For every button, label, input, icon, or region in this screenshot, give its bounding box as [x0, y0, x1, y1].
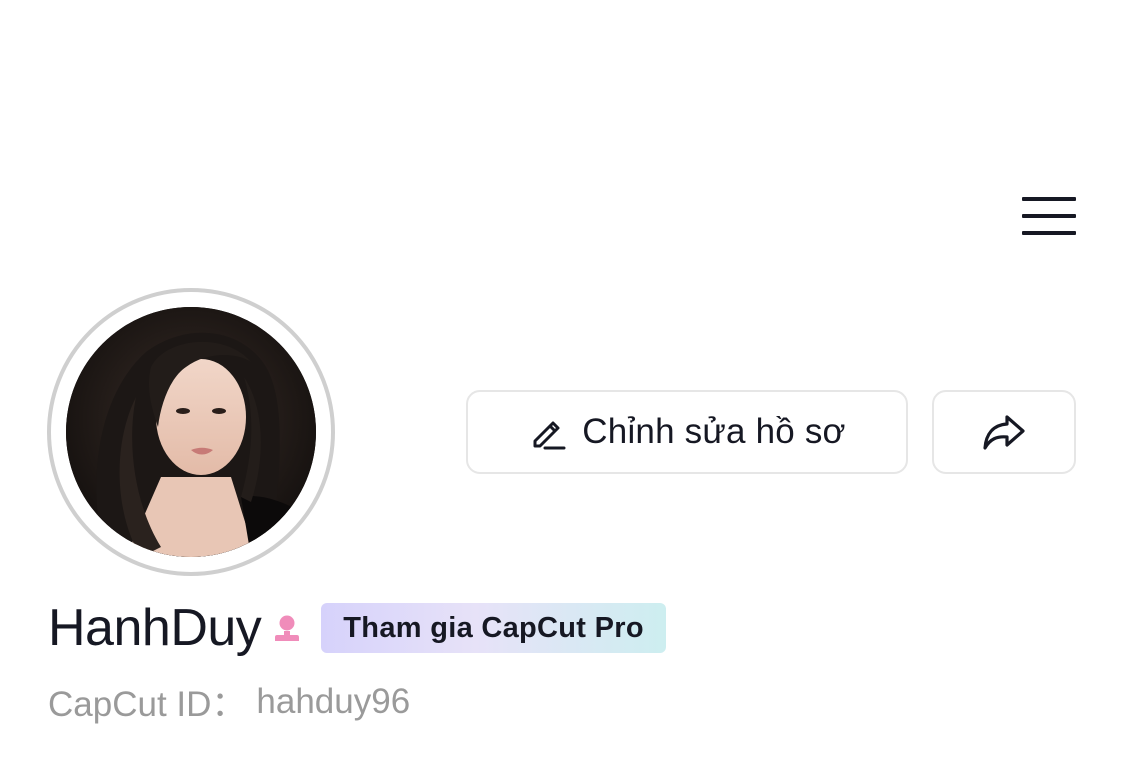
hamburger-menu-icon-bar — [1022, 214, 1076, 218]
capcut-id-label: CapCut ID： — [48, 685, 247, 724]
share-arrow-icon — [981, 412, 1027, 452]
edit-profile-label: Chỉnh sửa hồ sơ — [582, 412, 846, 451]
capcut-pro-badge[interactable]: Tham gia CapCut Pro — [321, 603, 666, 653]
hamburger-menu-icon — [1022, 197, 1076, 201]
profile-name-row: HanhDuy Tham gia CapCut Pro — [48, 598, 666, 658]
pencil-icon — [528, 413, 566, 451]
share-button[interactable] — [932, 390, 1076, 474]
hamburger-menu-icon-bar — [1022, 231, 1076, 235]
menu-button[interactable] — [1016, 190, 1082, 242]
female-user-icon — [273, 613, 301, 643]
avatar[interactable] — [47, 288, 335, 576]
edit-profile-button[interactable]: Chỉnh sửa hồ sơ — [466, 390, 908, 474]
capcut-id-value: hahduy96 — [256, 681, 411, 721]
avatar-photo — [66, 307, 316, 557]
capcut-id: CapCut ID： hahduy96 — [48, 676, 410, 727]
username: HanhDuy — [48, 599, 262, 657]
